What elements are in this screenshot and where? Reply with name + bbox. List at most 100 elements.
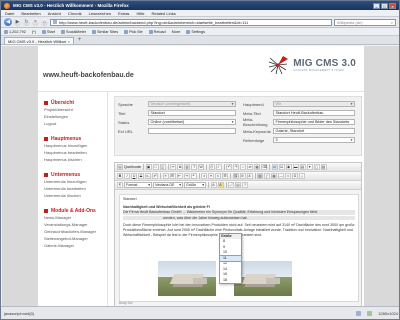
strike-icon[interactable]: S: [138, 173, 144, 179]
copy-icon[interactable]: ⧉: [177, 164, 184, 170]
show-blocks-icon[interactable]: ▤: [235, 182, 241, 188]
blockquote-icon[interactable]: ❝: [190, 173, 197, 179]
sprache-select[interactable]: Deutsch (voreingestellt): [148, 101, 236, 107]
menu-related-links[interactable]: Related Links: [151, 11, 175, 16]
bookmark-item[interactable]: Similar Sites: [92, 29, 118, 34]
table-icon[interactable]: ▦: [271, 173, 277, 179]
new-page-icon[interactable]: □: [152, 164, 159, 170]
ext-url-input[interactable]: [148, 128, 236, 134]
search-icon[interactable]: ⌕: [391, 20, 393, 25]
bookmark-item[interactable]: Start: [41, 29, 55, 34]
security-icon[interactable]: [367, 310, 373, 316]
sidebar-item-hauptmenus-add[interactable]: Hauptmenus hinzufügen: [44, 142, 107, 149]
titel-input[interactable]: Standort: [148, 110, 236, 116]
close-button[interactable]: ×: [389, 2, 396, 9]
save-icon[interactable]: ▣: [145, 164, 152, 170]
justify-icon[interactable]: ☰: [222, 173, 228, 179]
align-left-icon[interactable]: ⫷: [201, 173, 207, 179]
link-icon[interactable]: ⛓: [232, 173, 239, 179]
about-icon[interactable]: ?: [242, 182, 248, 188]
font-select[interactable]: Verdana DE: [153, 182, 183, 188]
sidebar-item-veranstaltungs-manager[interactable]: Veranstaltungs-Manager: [44, 221, 107, 228]
tab-close-icon[interactable]: ×: [68, 39, 70, 44]
bullet-list-icon[interactable]: ☰: [169, 173, 176, 179]
redo-icon[interactable]: ↷: [233, 164, 240, 170]
bg-color-icon[interactable]: A: [217, 182, 224, 188]
button-field-icon[interactable]: ▢: [313, 164, 320, 170]
superscript-icon[interactable]: x²: [152, 173, 158, 179]
flash-icon[interactable]: ƒ: [264, 173, 270, 179]
radio-icon[interactable]: ◉: [285, 164, 292, 170]
menu-lesezeichen[interactable]: Lesezeichen: [89, 11, 111, 16]
tab-active[interactable]: MIG CMS v3.0 - Herzlich Willkomm... ×: [4, 37, 74, 44]
sidebar-item-projektuebersicht[interactable]: Projektübersicht: [44, 106, 107, 113]
image-icon[interactable]: ▨: [257, 173, 263, 179]
sidebar-item-hauptmenus-delete[interactable]: Hauptmenus löschen: [44, 156, 107, 163]
paste-text-icon[interactable]: T: [191, 164, 198, 170]
meta-beschreibung-input[interactable]: Firmenphilosophie und Bilder des Standor…: [273, 119, 355, 125]
subscript-icon[interactable]: x₂: [145, 173, 151, 179]
reihenfolge-select[interactable]: 3: [273, 137, 355, 143]
underline-icon[interactable]: U: [131, 173, 137, 179]
bookmark-item[interactable]: More: [172, 30, 181, 34]
sidebar-item-galerie-manager[interactable]: Galerie-Manager: [44, 242, 107, 249]
align-center-icon[interactable]: ≡: [208, 173, 214, 179]
spellcheck-icon[interactable]: ✓: [215, 164, 222, 170]
reload-button[interactable]: ↻: [23, 18, 30, 26]
menu-datei[interactable]: Datei: [5, 11, 14, 16]
paste-word-icon[interactable]: W: [198, 164, 205, 170]
menu-chronik[interactable]: Chronik: [68, 11, 82, 16]
new-tab-button[interactable]: +: [76, 37, 83, 44]
styles-icon[interactable]: ¶: [117, 182, 123, 188]
sidebar-item-untermenus-add[interactable]: Untermenüs hinzufügen: [44, 178, 107, 185]
sidebar-item-hauptmenus-edit[interactable]: Hauptmenus bearbeiten: [44, 149, 107, 156]
menu-extras[interactable]: Extras: [118, 11, 129, 16]
sidebar-item-logout[interactable]: Logout: [44, 120, 107, 127]
select-field-icon[interactable]: ▾: [306, 164, 313, 170]
form-icon[interactable]: ▭: [271, 164, 278, 170]
sidebar-item-einstellungen[interactable]: Einstellungen: [44, 113, 107, 120]
bookmark-item[interactable]: 1,202,792: [4, 29, 26, 34]
minimize-button[interactable]: –: [373, 2, 380, 9]
indent-icon[interactable]: ⇥: [183, 173, 190, 179]
menu-ansicht[interactable]: Ansicht: [48, 11, 61, 16]
text-color-icon[interactable]: A: [210, 182, 217, 188]
sidebar-item-stellenangebot-manager[interactable]: Stellenangebot-Manager: [44, 235, 107, 242]
bookmark-item[interactable]: Pick Me: [124, 29, 143, 34]
status-select[interactable]: Online (voreilbetsel): [148, 119, 236, 125]
sidebar-item-gebrauchtbackoefen-manager[interactable]: Gebrauchtbacköfen-Manager: [44, 228, 107, 235]
menu-bearbeiten[interactable]: Bearbeiten: [21, 11, 40, 16]
maximize-icon[interactable]: ⤢: [228, 182, 234, 188]
anchor-icon[interactable]: ⚓: [246, 173, 253, 179]
bookmark-item[interactable]: SocialMeter: [60, 29, 86, 34]
unlink-icon[interactable]: ⊘: [239, 173, 246, 179]
print-icon[interactable]: ⎙: [208, 164, 215, 170]
replace-icon[interactable]: ⇄: [247, 164, 254, 170]
source-button[interactable]: Quellcode: [124, 165, 141, 169]
size-option[interactable]: 18: [220, 278, 241, 284]
forward-button[interactable]: ▶: [14, 18, 21, 26]
checkbox-icon[interactable]: ☑: [278, 164, 285, 170]
maximize-button[interactable]: □: [381, 2, 388, 9]
meta-titel-input[interactable]: Standort Heuft-Backofenbau: [273, 110, 355, 116]
cut-icon[interactable]: ✂: [170, 164, 177, 170]
factory-aerial-image-1[interactable]: [158, 261, 216, 296]
bookmark-item[interactable]: Settings: [186, 29, 205, 34]
undo-icon[interactable]: ↶: [226, 164, 233, 170]
menu-hilfe[interactable]: Hilfe: [136, 11, 144, 16]
remove-format-icon[interactable]: ⌫: [261, 164, 267, 170]
stop-button[interactable]: ×: [32, 18, 39, 26]
sidebar-item-untermenus-delete[interactable]: Untermenüs löschen: [44, 192, 107, 199]
bold-icon[interactable]: B: [117, 173, 123, 179]
search-input[interactable]: Wikipedia (de) ⌕: [334, 18, 396, 26]
bookmark-item[interactable]: Reload: [148, 29, 166, 34]
source-icon[interactable]: ▤: [117, 164, 123, 170]
pagebreak-icon[interactable]: ⤓: [299, 173, 305, 179]
sidebar-item-news-manager[interactable]: News-Manager: [44, 214, 107, 221]
factory-aerial-image-2[interactable]: [234, 261, 292, 296]
hr-icon[interactable]: ―: [278, 173, 284, 179]
preview-icon[interactable]: ◫: [159, 164, 166, 170]
italic-icon[interactable]: I: [124, 173, 130, 179]
home-button[interactable]: ⌂: [41, 18, 48, 26]
align-right-icon[interactable]: ⫸: [215, 173, 221, 179]
